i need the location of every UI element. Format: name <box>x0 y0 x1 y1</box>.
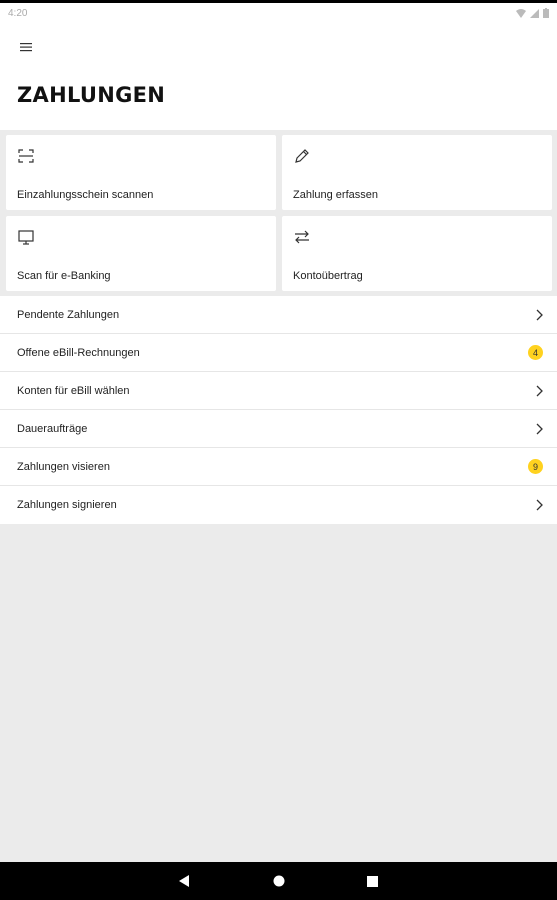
list-item-standing-orders[interactable]: Daueraufträge <box>0 410 557 448</box>
battery-icon <box>543 8 549 18</box>
tile-label: Kontoübertrag <box>293 270 363 282</box>
list-item-approve-payments[interactable]: Zahlungen visieren 9 <box>0 448 557 486</box>
action-tiles: Einzahlungsschein scannen Zahlung erfass… <box>0 130 557 294</box>
pencil-icon <box>295 149 309 163</box>
list-item-ebill-accounts[interactable]: Konten für eBill wählen <box>0 372 557 410</box>
tile-label: Scan für e-Banking <box>17 270 111 282</box>
list-item-open-ebill[interactable]: Offene eBill-Rechnungen 4 <box>0 334 557 372</box>
monitor-icon <box>18 230 34 245</box>
recents-square-icon <box>367 875 378 887</box>
tile-scan-ebanking[interactable]: Scan für e-Banking <box>6 216 276 291</box>
wifi-icon <box>516 8 526 18</box>
signal-icon <box>530 8 539 18</box>
list-item-label: Konten für eBill wählen <box>17 384 130 397</box>
list-item-label: Pendente Zahlungen <box>17 308 120 321</box>
list-item-pending-payments[interactable]: Pendente Zahlungen <box>0 296 557 334</box>
chevron-right-icon <box>536 309 543 320</box>
status-icons <box>516 8 549 18</box>
status-time: 4:20 <box>8 7 28 19</box>
android-nav-bar <box>0 862 557 900</box>
tile-label: Zahlung erfassen <box>293 189 378 201</box>
list-item-label: Offene eBill-Rechnungen <box>17 346 140 359</box>
chevron-right-icon <box>536 385 543 396</box>
menu-button[interactable] <box>12 33 40 61</box>
tile-scan-payment-slip[interactable]: Einzahlungsschein scannen <box>6 135 276 210</box>
home-circle-icon <box>273 875 284 887</box>
list-item-label: Daueraufträge <box>17 422 88 435</box>
back-triangle-icon <box>179 875 189 887</box>
count-badge: 4 <box>528 345 543 360</box>
chevron-right-icon <box>536 423 543 434</box>
tile-label: Einzahlungsschein scannen <box>17 189 154 201</box>
transfer-icon <box>295 230 309 244</box>
payment-menu-list: Pendente Zahlungen Offene eBill-Rechnung… <box>0 296 557 524</box>
hamburger-icon <box>20 43 32 52</box>
list-item-label: Zahlungen visieren <box>17 460 110 473</box>
status-bar: 4:20 <box>0 3 557 23</box>
page-title: ZAHLUNGEN <box>17 83 166 107</box>
nav-recents-button[interactable] <box>362 870 384 892</box>
nav-home-button[interactable] <box>268 870 290 892</box>
app-header: ZAHLUNGEN <box>0 23 557 130</box>
list-item-sign-payments[interactable]: Zahlungen signieren <box>0 486 557 524</box>
list-item-label: Zahlungen signieren <box>17 499 117 511</box>
tile-create-payment[interactable]: Zahlung erfassen <box>282 135 552 210</box>
nav-back-button[interactable] <box>174 870 196 892</box>
count-badge: 9 <box>528 459 543 474</box>
chevron-right-icon <box>536 499 543 511</box>
scan-icon <box>18 149 34 163</box>
tile-account-transfer[interactable]: Kontoübertrag <box>282 216 552 291</box>
